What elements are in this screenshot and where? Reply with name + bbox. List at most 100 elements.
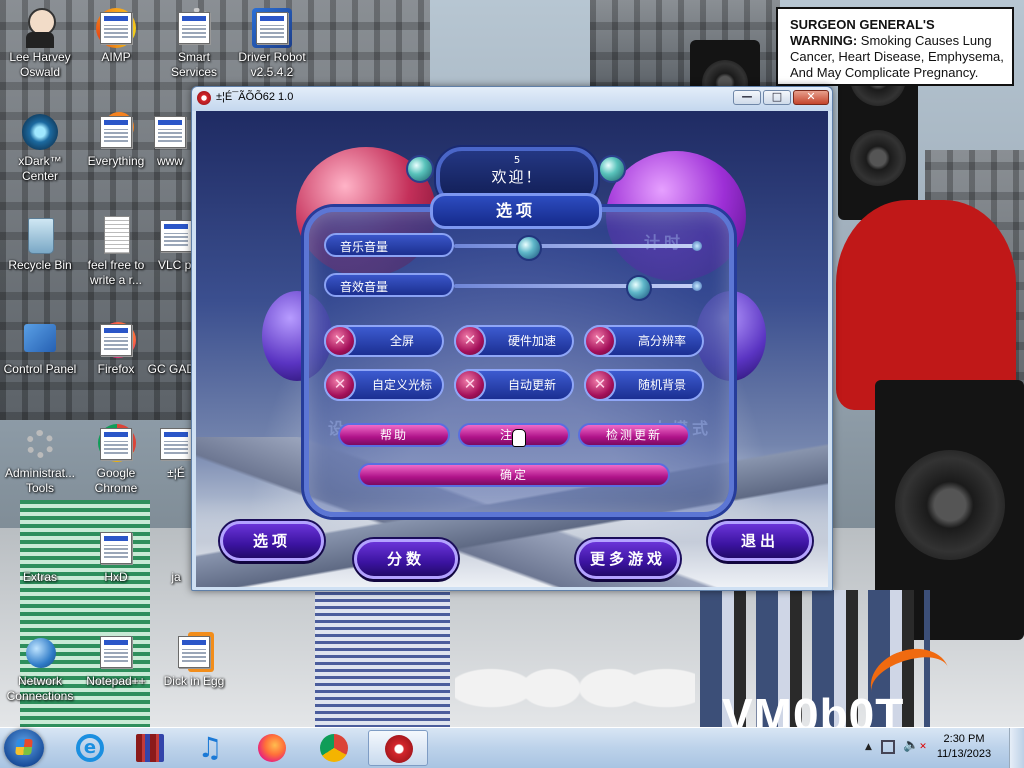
taskbar-music[interactable]: ♫ (182, 730, 238, 766)
toggle-label: 硬件加速 (507, 334, 556, 348)
show-desktop-button[interactable] (1009, 728, 1024, 768)
game-canvas[interactable]: 计时 设 人模式 5 欢迎！ 选项 音乐音量 音效音量 ✕ 全屏 ✕ 硬件加速 … (196, 111, 828, 587)
x-mark-icon: ✕ (324, 325, 356, 357)
toggle-auto-update[interactable]: ✕ 自动更新 (454, 369, 574, 401)
toggle-random-background[interactable]: ✕ 随机背景 (584, 369, 704, 401)
desktop-icon-firefox[interactable]: Firefox (78, 320, 154, 377)
network-icon (20, 632, 60, 672)
desktop-icon-hxd[interactable]: HxD (78, 528, 154, 585)
firefox-icon (96, 320, 136, 360)
toggle-label: 自动更新 (507, 378, 556, 392)
desktop-icon-aimp[interactable]: AIMP (78, 8, 154, 65)
toggle-label: 高分辨率 (637, 334, 686, 348)
internet-explorer-icon: e (76, 734, 104, 762)
show-hidden-icons-icon[interactable]: ▲ (865, 742, 872, 752)
services-icon (174, 8, 214, 48)
sfx-volume-slider[interactable] (454, 284, 698, 288)
xdark-icon (20, 112, 60, 152)
file-icon (150, 112, 190, 152)
aimp-icon (96, 8, 136, 48)
welcome-number: 5 (513, 155, 521, 166)
toilet-characters (455, 595, 695, 728)
surgeon-general-warning: SURGEON GENERAL'S WARNING: Smoking Cause… (776, 7, 1014, 86)
chrome-icon (320, 734, 348, 762)
music-volume-slider[interactable] (454, 244, 698, 248)
desktop-icon-network-connections[interactable]: Network Connections (2, 632, 78, 704)
toggle-label: 自定义光标 (371, 378, 432, 392)
desktop-icon-control-panel[interactable]: Control Panel (2, 320, 78, 377)
close-icon: ✕ (806, 90, 816, 103)
system-tray: ▲ 🔈✕ 2:30 PM 11/13/2023 (859, 728, 1024, 768)
sfx-volume-knob[interactable] (626, 275, 652, 301)
desktop-icon-smart-services[interactable]: Smart Services (156, 8, 232, 80)
desktop-icon-feel-free[interactable]: feel free to write a r... (78, 216, 154, 288)
driver-robot-icon (252, 8, 292, 48)
x-mark-icon: ✕ (584, 369, 616, 401)
network-status-icon[interactable] (881, 740, 895, 754)
slider-end-cap (692, 241, 702, 251)
scores-menu-button[interactable]: 分数 (354, 539, 458, 579)
vlc-icon (156, 216, 196, 256)
orb-decoration (406, 155, 434, 183)
x-mark-icon: ✕ (454, 325, 486, 357)
taskbar-game[interactable] (368, 730, 428, 766)
taskbar-chrome[interactable] (306, 730, 362, 766)
toggle-label: 全屏 (389, 334, 414, 348)
recycle-bin-icon (20, 216, 60, 256)
gadget-icon (156, 320, 196, 360)
desktop-icon-driver-robot[interactable]: Driver Robot v2.5.4.2 (234, 8, 310, 80)
desktop-icon-dick-in-egg[interactable]: Dick in Egg (156, 632, 232, 689)
window-title: ±¦É¯ÃÕÕ62 1.0 (216, 91, 294, 103)
minimize-button[interactable]: — (733, 90, 761, 105)
person-icon (20, 8, 60, 48)
toggle-hardware-acceleration[interactable]: ✕ 硬件加速 (454, 325, 574, 357)
more-games-menu-button[interactable]: 更多游戏 (576, 539, 680, 579)
desktop-icon-xdark-center[interactable]: xDark™ Center (2, 112, 78, 184)
toggle-high-resolution[interactable]: ✕ 高分辨率 (584, 325, 704, 357)
game-window[interactable]: ±¦É¯ÃÕÕ62 1.0 — □ ✕ 计时 设 人模式 5 欢迎！ 选项 音乐… (191, 86, 833, 591)
toggle-label: 随机背景 (637, 378, 686, 392)
red-shirt-figure (836, 200, 1016, 410)
options-menu-button[interactable]: 选项 (220, 521, 324, 561)
check-update-button[interactable]: 检测更新 (578, 423, 690, 447)
desktop-icon-extras[interactable]: Extras (2, 528, 78, 585)
dick-in-egg-icon (174, 632, 214, 672)
slider-end-cap (692, 281, 702, 291)
toggle-custom-cursor[interactable]: ✕ 自定义光标 (324, 369, 444, 401)
ok-button[interactable]: 确定 (358, 463, 670, 487)
ghost-label-timer: 计时 (644, 233, 685, 252)
chrome-icon (96, 424, 136, 464)
taskbar-firefox[interactable] (244, 730, 300, 766)
welcome-text: 欢迎！ (491, 168, 543, 186)
hxd-icon (96, 528, 136, 568)
taskbar-internet-explorer[interactable]: e (62, 730, 118, 766)
game-shortcut-icon (156, 424, 196, 464)
clock[interactable]: 2:30 PM 11/13/2023 (924, 732, 1004, 762)
everything-icon (96, 112, 136, 152)
admin-tools-icon (20, 424, 60, 464)
taskbar-archive[interactable] (122, 730, 178, 766)
help-button[interactable]: 帮助 (338, 423, 450, 447)
music-icon: ♫ (197, 731, 223, 764)
desktop-icon-recycle-bin[interactable]: Recycle Bin (2, 216, 78, 273)
toggle-fullscreen[interactable]: ✕ 全屏 (324, 325, 444, 357)
close-button[interactable]: ✕ (793, 90, 829, 105)
music-volume-label: 音乐音量 (324, 233, 454, 257)
desktop-icon-google-chrome[interactable]: Google Chrome (78, 424, 154, 496)
music-volume-knob[interactable] (516, 235, 543, 261)
notepadpp-icon (96, 632, 136, 672)
game-icon (385, 735, 413, 763)
sfx-volume-label: 音效音量 (324, 273, 454, 297)
options-title: 选项 (430, 193, 602, 229)
game-app-icon (197, 91, 211, 105)
window-titlebar[interactable]: ±¦É¯ÃÕÕ62 1.0 — □ ✕ (192, 87, 832, 111)
desktop-icon-notepadpp[interactable]: Notepad++ (78, 632, 154, 689)
maximize-button[interactable]: □ (763, 90, 791, 105)
clock-date: 11/13/2023 (936, 748, 992, 760)
text-document-icon (96, 216, 136, 256)
desktop-icon-lee-harvey-oswald[interactable]: Lee Harvey Oswald (2, 8, 78, 80)
maximize-icon: □ (771, 90, 783, 103)
start-button[interactable] (4, 729, 44, 767)
quit-menu-button[interactable]: 退出 (708, 521, 812, 561)
desktop-icon-administrative-tools[interactable]: Administrat... Tools (2, 424, 78, 496)
